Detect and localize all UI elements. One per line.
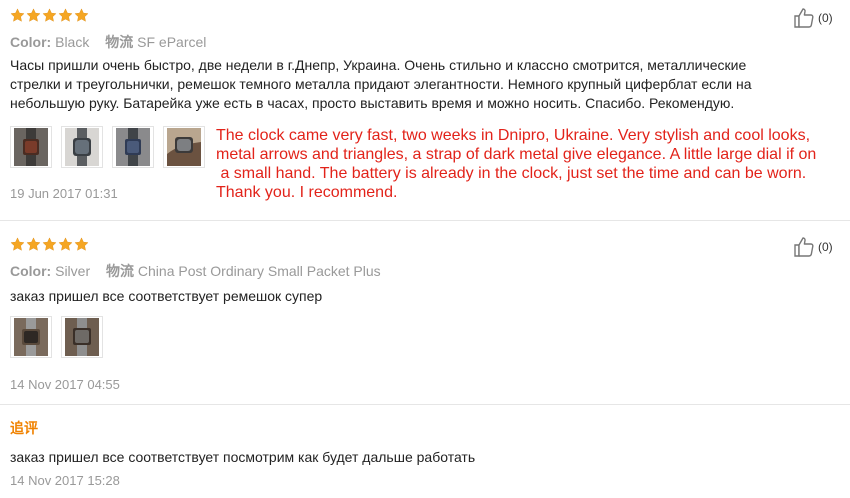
watch-photo-icon — [14, 128, 48, 166]
like-button[interactable]: (0) — [792, 6, 833, 30]
review-photo[interactable] — [61, 316, 103, 358]
review-text-line: стрелки и треугольнички, ремешок темного… — [10, 76, 752, 92]
review-photo[interactable] — [112, 126, 154, 168]
watch-photo-icon — [167, 128, 201, 166]
review-text-line: небольшую руку. Батарейка уже есть в час… — [10, 95, 735, 111]
like-button[interactable]: (0) — [792, 235, 833, 259]
star-icon — [74, 237, 89, 252]
watch-photo-icon — [14, 318, 48, 356]
rating-stars — [10, 237, 89, 252]
star-icon — [42, 8, 57, 23]
color-label: Color: — [10, 263, 52, 279]
star-icon — [10, 8, 25, 23]
thumbs-up-icon[interactable] — [792, 6, 816, 30]
star-icon — [58, 8, 73, 23]
followup-text: заказ пришел все соответствует посмотрим… — [10, 449, 476, 465]
watch-photo-icon — [65, 318, 99, 356]
review-photo[interactable] — [61, 126, 103, 168]
review-text: Часы пришли очень быстро, две недели в г… — [10, 56, 830, 113]
translation-line: a small hand. The battery is already in … — [216, 165, 807, 182]
star-icon — [42, 237, 57, 252]
star-icon — [26, 8, 41, 23]
rating-stars — [10, 8, 89, 23]
like-count: (0) — [818, 11, 833, 25]
review-text-line: Часы пришли очень быстро, две недели в г… — [10, 57, 747, 73]
translation-line: metal arrows and triangles, a strap of d… — [216, 146, 817, 163]
translation-line: Thank you. I recommend. — [216, 184, 398, 201]
review-meta: Color: Black 物流 SF eParcel — [10, 32, 206, 52]
followup-date: 14 Nov 2017 15:28 — [10, 473, 120, 488]
like-count: (0) — [818, 240, 833, 254]
star-icon — [26, 237, 41, 252]
watch-photo-icon — [65, 128, 99, 166]
review-meta: Color: Silver 物流 China Post Ordinary Sma… — [10, 261, 381, 281]
star-icon — [74, 8, 89, 23]
followup-divider — [0, 404, 850, 405]
color-value: Black — [55, 34, 90, 50]
review-photo[interactable] — [10, 126, 52, 168]
shipping-value: SF eParcel — [137, 34, 207, 50]
review-divider — [0, 220, 850, 221]
review-date: 19 Jun 2017 01:31 — [10, 186, 118, 201]
star-icon — [10, 237, 25, 252]
color-label: Color: — [10, 34, 52, 50]
review-photo[interactable] — [10, 316, 52, 358]
shipping-value: China Post Ordinary Small Packet Plus — [137, 263, 381, 279]
review-text: заказ пришел все соответствует ремешок с… — [10, 288, 323, 304]
review-date: 14 Nov 2017 04:55 — [10, 377, 120, 392]
shipping-label: 物流 — [105, 34, 134, 50]
followup-label: 追评 — [10, 420, 38, 436]
shipping-label: 物流 — [106, 263, 135, 279]
translation-text: The clock came very fast, two weeks in D… — [216, 126, 836, 202]
review-photo[interactable] — [163, 126, 205, 168]
star-icon — [58, 237, 73, 252]
thumbs-up-icon[interactable] — [792, 235, 816, 259]
translation-line: The clock came very fast, two weeks in D… — [216, 127, 811, 144]
color-value: Silver — [55, 263, 91, 279]
watch-photo-icon — [116, 128, 150, 166]
